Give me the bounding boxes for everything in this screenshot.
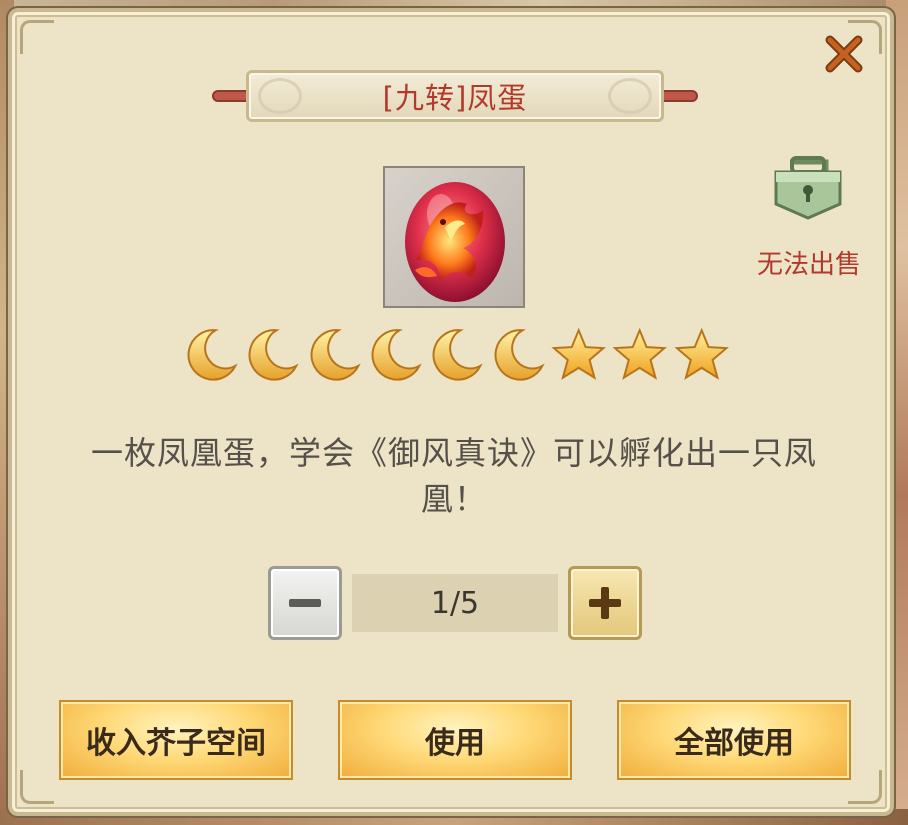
plus-icon	[589, 587, 621, 619]
star-icon	[551, 327, 606, 380]
panel-corner-ornament	[20, 770, 54, 804]
crescent-moon-icon	[187, 329, 238, 381]
cannot-sell-label: 无法出售	[756, 250, 861, 280]
phoenix-egg-icon	[405, 182, 505, 302]
item-title: [九转]凤蛋	[382, 81, 528, 115]
crescent-moon-icon	[432, 329, 483, 381]
item-icon-frame	[383, 166, 525, 308]
minus-icon	[289, 599, 321, 607]
title-banner: [九转]凤蛋	[212, 66, 698, 128]
use-button[interactable]: 使用	[338, 700, 572, 780]
crescent-moon-icon	[494, 329, 545, 381]
star-icon	[674, 327, 729, 380]
lock-icon	[770, 146, 846, 222]
crescent-moon-icon	[310, 329, 361, 381]
star-icon	[612, 327, 668, 380]
store-to-space-button[interactable]: 收入芥子空间	[59, 700, 293, 780]
use-all-button[interactable]: 全部使用	[617, 700, 851, 780]
close-icon	[825, 35, 863, 73]
increase-quantity-button[interactable]	[568, 566, 642, 640]
crescent-moon-icon	[371, 329, 422, 381]
panel-corner-ornament	[848, 770, 882, 804]
item-grade-rating	[182, 324, 730, 386]
decrease-quantity-button[interactable]	[268, 566, 342, 640]
crescent-moon-icon	[248, 329, 300, 381]
close-button[interactable]	[820, 30, 868, 78]
item-detail-dialog	[8, 8, 894, 816]
item-description: 一枚凤凰蛋，学会《御风真诀》可以孵化出一只凤凰！	[90, 434, 817, 518]
quantity-value[interactable]: 1/5	[352, 574, 558, 632]
panel-corner-ornament	[20, 20, 54, 54]
